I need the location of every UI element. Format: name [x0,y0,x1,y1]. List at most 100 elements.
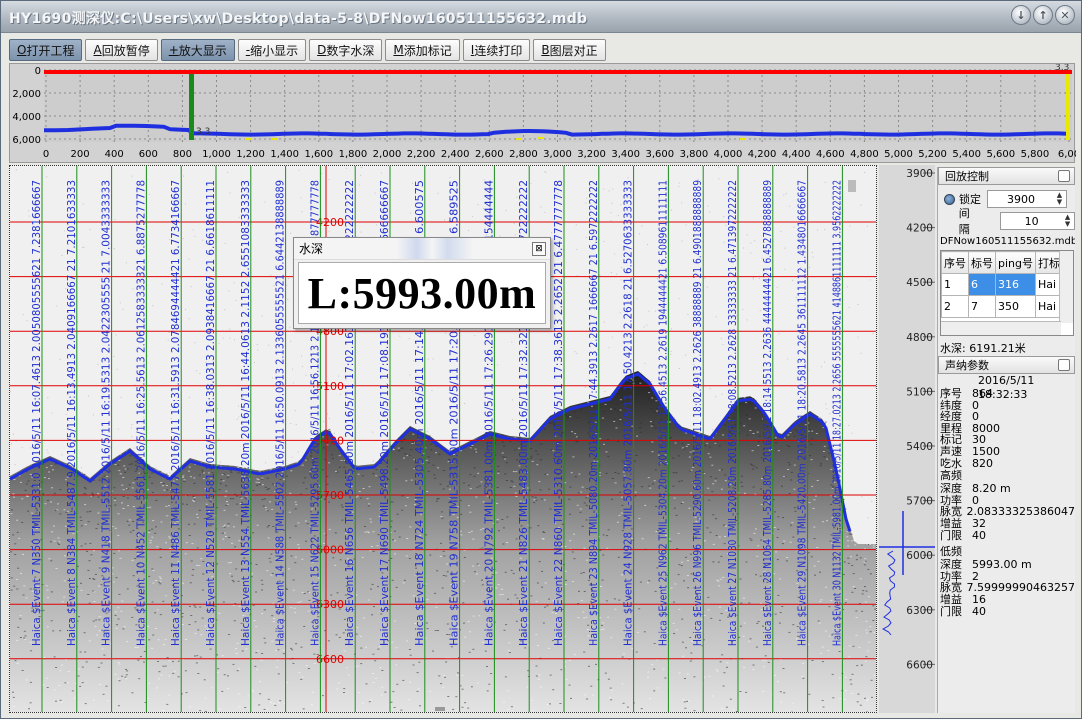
toolbar-button-6[interactable]: I 连续打印 [462,39,531,61]
table-header[interactable]: 序号 [941,251,969,274]
popup-body: L:5993.00m [298,262,546,324]
depth-scale-label: 5700 [906,496,933,508]
overview-plot[interactable]: 02,0004,0006,0000 200 400 600 800 1,000 1,200 1… [10,64,1076,164]
table-cell[interactable]: 1 [941,273,969,296]
param-row: 增益 32 [938,518,1075,530]
param-row: 门限 40 [938,606,1075,618]
depth-scale-label: 4500 [906,277,933,289]
event-table[interactable]: 序号 标号 ping号 打标 1 6 316 Hai 2 7 350 Hai [940,250,1074,336]
shortcut-key: B [541,43,550,57]
toolbar-button-4[interactable]: D 数字水深 [309,39,383,61]
event-label: Haica $Event 9 N418 TMIL-5512 2016/5/11 … [101,180,113,646]
event-label: Haica $Event 23 N894 TMIL-5080.20m 2016/… [588,180,600,646]
replay-control-label: 回放控制 [945,170,989,183]
close-button[interactable]: ✕ [1055,5,1075,25]
sonar-params-checkbox[interactable] [1058,359,1070,371]
depth-scale-label: 5100 [906,386,933,398]
depth-reading: 水深: 6191.21米 [940,342,1026,355]
overview-cursor[interactable] [189,74,194,140]
overview-x-tick: 400 [105,149,124,160]
event-label: Haica $Event 30 N1132 TMIL-5981.00m 2016… [831,180,843,646]
overview-x-tick: 4,000 [714,149,743,160]
overview-x-tick: 5,800 [1021,149,1050,160]
popup-close-icon[interactable]: ⊠ [532,242,546,256]
overview-end-marker [1066,74,1070,140]
overview-x-tick: 3,000 [543,149,572,160]
table-header[interactable]: ping号 [995,251,1036,274]
spinner-arrows-icon[interactable]: ▲ ▼ [1062,214,1073,228]
param-value: 16 [972,592,986,606]
sonar-params: 2016/5/11 18:32:33 序号 864 纬度 0 经度 0 里程 8000 标记 30… [938,374,1075,617]
shortcut-key: M [393,43,404,57]
interval-row: 间隔 10 ▲ ▼ [938,207,1076,236]
overview-marker [272,138,278,140]
interval-label: 间隔 [958,207,970,236]
overview-marker [538,137,544,139]
toolbar-button-label: 缩小显示 [250,43,299,58]
shortcut-key: A [93,43,102,57]
table-cell[interactable]: 7 [968,295,996,318]
toolbar: O 打开工程 A 回放暂停 + 放大显示 - 缩小显示 D 数字水深 M 添加标记 I 连续打印 B 图层对正 [9,39,606,61]
table-header[interactable]: 标号 [968,251,996,274]
replay-control-checkbox[interactable] [1058,170,1070,182]
depth-scale-label: 6600 [906,659,933,671]
depth-scale: 3900 4200 4500 4800 5100 5400 5700 6000 6300 6600 [879,165,935,713]
event-label: Haica $Event 22 N860 TMIL-5310.60m 2016/… [553,180,565,646]
shortcut-key: D [317,43,327,57]
param-value: 8.20 m [972,482,1011,496]
param-value: 8000 [972,421,1000,435]
overview-x-tick: 4,600 [816,149,845,160]
toolbar-button-1[interactable]: A 回放暂停 [85,39,158,61]
toolbar-button-0[interactable]: O 打开工程 [9,39,83,61]
param-row: 序号 864 [938,388,1075,400]
overview-x-tick: 0 [43,149,49,160]
param-value: 40 [972,604,986,618]
table-cell[interactable]: 2 [941,295,969,318]
table-cell[interactable]: 316 [995,273,1036,296]
main-scroll-indicator[interactable] [435,707,445,711]
lock-spinner[interactable]: 3900 ▲ ▼ [987,190,1067,208]
depth-scale-label: 4200 [906,223,933,235]
minimize-button[interactable]: ↓ [1011,5,1031,25]
popup-title[interactable]: 水深 [294,238,550,260]
overview-y-tick: 2,000 [12,89,41,100]
overview-x-tick: 800 [173,149,192,160]
param-key: 增益 [940,516,962,530]
event-label: Haica $Event 14 N588 TMIL-5502 2016/5/11… [275,180,287,646]
param-value: 864 [972,387,993,400]
table-horizontal-scrollbar[interactable] [941,321,1061,335]
sonar-params-label: 声纳参数 [945,359,989,372]
depth-popup[interactable]: 水深 ⊠ L:5993.00m [293,237,551,329]
param-key: 序号 [940,387,962,400]
replay-control-header[interactable]: 回放控制 [938,167,1075,185]
toolbar-button-5[interactable]: M 添加标记 [385,39,460,61]
event-label: Haica $Event 25 N962 TMIL-5304.20m 2016/… [657,180,669,646]
lock-radio[interactable] [944,193,955,205]
sonar-params-header[interactable]: 声纳参数 [938,356,1075,374]
event-label: Haica $Event 24 N928 TMIL-5057.80m 2016/… [623,180,635,646]
interval-spinner[interactable]: 10 ▲ ▼ [1000,212,1076,230]
overview-x-tick: 2,800 [509,149,538,160]
toolbar-button-7[interactable]: B 图层对正 [533,39,606,61]
table-cell[interactable]: 6 [968,273,996,296]
table-cell[interactable]: 350 [995,295,1036,318]
table-row[interactable]: 1 6 316 Hai [941,273,1063,296]
overview-chart[interactable]: 0 2,000 4,000 6,000 0 200 400 600 800 1,000 1,200 1… [9,63,1076,164]
toolbar-button-3[interactable]: - 缩小显示 [237,39,307,61]
toolbar-button-2[interactable]: + 放大显示 [160,39,235,61]
title-bar[interactable]: HY1690测深仪:C:\Users\xw\Desktop\data-5-8\D… [1,1,1081,33]
table-row[interactable]: 2 7 350 Hai [941,295,1063,318]
param-key: 吃水 [940,456,962,470]
table-vertical-scrollbar[interactable] [1059,251,1073,323]
overview-marker [245,138,251,140]
maximize-button[interactable]: ↑ [1033,5,1053,25]
param-key: 深度 [940,482,962,496]
overview-x-tick: 1,200 [236,149,265,160]
param-row: 吃水 820 [938,458,1075,470]
overview-x-tick: 600 [139,149,158,160]
overview-x-tick: 6,00 [1058,149,1076,160]
overview-x-tick: 5,200 [918,149,947,160]
event-label: Haica $Event 13 N554 TMIL-5638.20m 2016/… [240,180,252,646]
spinner-arrows-icon[interactable]: ▲ ▼ [1054,192,1065,206]
depth-scale-label: 5400 [906,441,933,453]
